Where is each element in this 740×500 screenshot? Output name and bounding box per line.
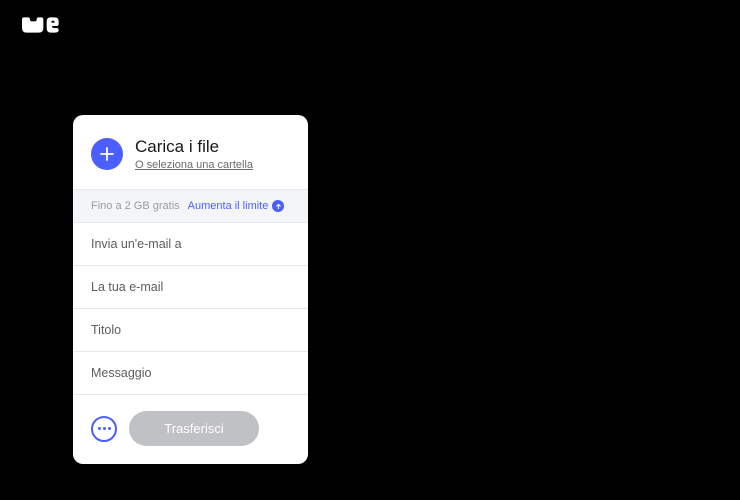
increase-limit-link[interactable]: Aumenta il limite: [188, 200, 285, 212]
upload-title: Carica i file: [135, 137, 253, 157]
select-folder-link[interactable]: O seleziona una cartella: [135, 159, 253, 171]
add-files-button[interactable]: [91, 138, 123, 170]
options-button[interactable]: [91, 416, 117, 442]
upload-section: Carica i file O seleziona una cartella: [73, 115, 308, 189]
dots-icon: [98, 427, 111, 430]
your-email-field[interactable]: La tua e-mail: [73, 266, 308, 309]
arrow-up-icon: [272, 200, 284, 212]
form-section: Invia un'e-mail a La tua e-mail Titolo M…: [73, 223, 308, 394]
transfer-button[interactable]: Trasferisci: [129, 411, 259, 446]
title-field[interactable]: Titolo: [73, 309, 308, 352]
transfer-card: Carica i file O seleziona una cartella F…: [73, 115, 308, 464]
message-field[interactable]: Messaggio: [73, 352, 308, 394]
limit-link-label: Aumenta il limite: [188, 200, 269, 212]
email-to-field[interactable]: Invia un'e-mail a: [73, 223, 308, 266]
limit-bar: Fino a 2 GB gratis Aumenta il limite: [73, 189, 308, 223]
card-footer: Trasferisci: [73, 394, 308, 464]
upload-text: Carica i file O seleziona una cartella: [135, 137, 253, 171]
wetransfer-logo[interactable]: [20, 16, 60, 36]
limit-text: Fino a 2 GB gratis: [91, 200, 180, 212]
plus-icon: [100, 147, 114, 161]
